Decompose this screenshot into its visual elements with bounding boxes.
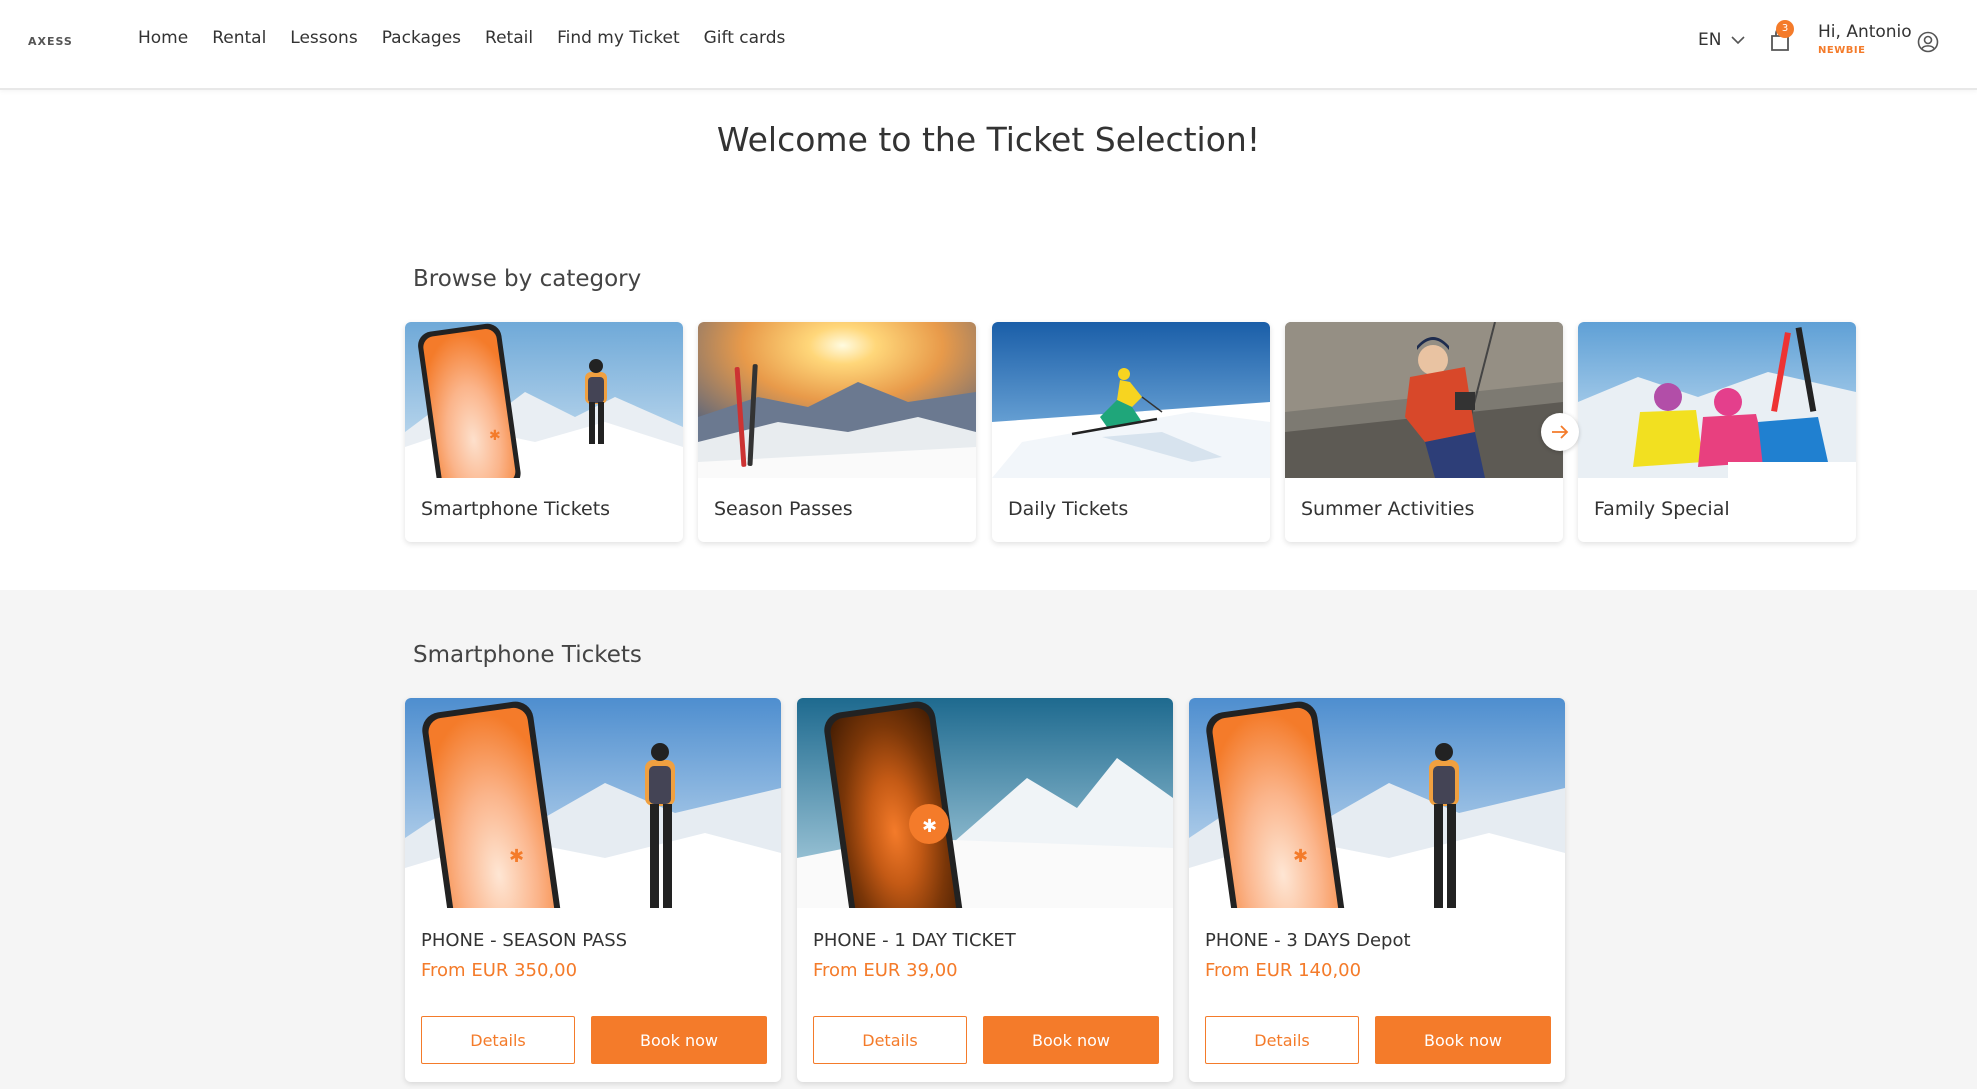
category-card-family-special[interactable]: Family Special: [1578, 322, 1856, 542]
nav-find-my-ticket[interactable]: Find my Ticket: [557, 28, 680, 48]
user-greeting[interactable]: Hi, Antonio NEWBIE: [1818, 22, 1912, 56]
product-name: PHONE - 1 DAY TICKET: [813, 930, 1016, 951]
product-image: ✱: [1189, 698, 1565, 908]
book-now-button[interactable]: Book now: [983, 1016, 1159, 1064]
season-passes-category-image: [698, 322, 976, 478]
details-button[interactable]: Details: [421, 1016, 575, 1064]
user-account-icon[interactable]: [1917, 31, 1939, 53]
svg-text:✱: ✱: [1293, 846, 1308, 867]
svg-text:AXESS: AXESS: [28, 36, 73, 46]
product-price: From EUR 39,00: [813, 960, 958, 981]
page-title: Welcome to the Ticket Selection!: [716, 120, 1261, 159]
top-header: AXESS Home Rental Lessons Packages Retai…: [0, 0, 1977, 90]
products-section-title: Smartphone Tickets: [413, 642, 642, 668]
chevron-down-icon: [1731, 35, 1746, 44]
details-button[interactable]: Details: [813, 1016, 967, 1064]
product-card: ✱ PHONE - 1 DAY TICKET From EUR 39,00 De…: [797, 698, 1173, 1082]
nav-rental[interactable]: Rental: [212, 28, 266, 48]
nav-lessons[interactable]: Lessons: [290, 28, 357, 48]
svg-text:✱: ✱: [489, 428, 501, 444]
product-card: ✱ PHONE - 3 DAYS Depot From EUR 140,00 D…: [1189, 698, 1565, 1082]
nav-packages[interactable]: Packages: [382, 28, 461, 48]
user-level-badge: NEWBIE: [1818, 45, 1866, 56]
category-label: Season Passes: [714, 498, 853, 520]
category-label: Family Special: [1594, 498, 1730, 520]
details-button[interactable]: Details: [1205, 1016, 1359, 1064]
axess-logo[interactable]: AXESS: [28, 36, 92, 46]
category-card-season-passes[interactable]: Season Passes: [698, 322, 976, 542]
book-now-button[interactable]: Book now: [591, 1016, 767, 1064]
category-label: Daily Tickets: [1008, 498, 1129, 520]
summer-activities-category-image: [1285, 322, 1563, 478]
arrow-right-icon: [1552, 425, 1569, 439]
product-image: ✱: [405, 698, 781, 908]
category-card-smartphone[interactable]: ✱ Smartphone Tickets: [405, 322, 683, 542]
browse-category-title: Browse by category: [413, 266, 642, 292]
user-name: Hi, Antonio: [1818, 22, 1912, 42]
category-label: Smartphone Tickets: [421, 498, 611, 520]
carousel-next-button[interactable]: [1541, 413, 1579, 451]
main-nav: Home Rental Lessons Packages Retail Find…: [138, 28, 809, 48]
product-price: From EUR 140,00: [1205, 960, 1362, 981]
cart-count-badge: 3: [1776, 20, 1794, 38]
category-label: Summer Activities: [1301, 498, 1475, 520]
svg-text:✱: ✱: [922, 816, 937, 837]
nav-gift-cards[interactable]: Gift cards: [704, 28, 786, 48]
product-name: PHONE - SEASON PASS: [421, 930, 628, 951]
category-card-daily-tickets[interactable]: Daily Tickets: [992, 322, 1270, 542]
product-name: PHONE - 3 DAYS Depot: [1205, 930, 1411, 951]
nav-home[interactable]: Home: [138, 28, 188, 48]
nav-retail[interactable]: Retail: [485, 28, 533, 48]
book-now-button[interactable]: Book now: [1375, 1016, 1551, 1064]
category-card-summer-activities[interactable]: Summer Activities: [1285, 322, 1563, 542]
svg-text:✱: ✱: [509, 846, 524, 867]
family-special-category-image: [1578, 322, 1856, 478]
language-label: EN: [1698, 30, 1722, 50]
product-price: From EUR 350,00: [421, 960, 578, 981]
smartphone-category-image: ✱: [405, 322, 683, 478]
product-card: ✱ PHONE - SEASON PASS From EUR 350,00 De…: [405, 698, 781, 1082]
daily-tickets-category-image: [992, 322, 1270, 478]
product-image: ✱: [797, 698, 1173, 908]
language-selector[interactable]: EN: [1698, 30, 1746, 50]
